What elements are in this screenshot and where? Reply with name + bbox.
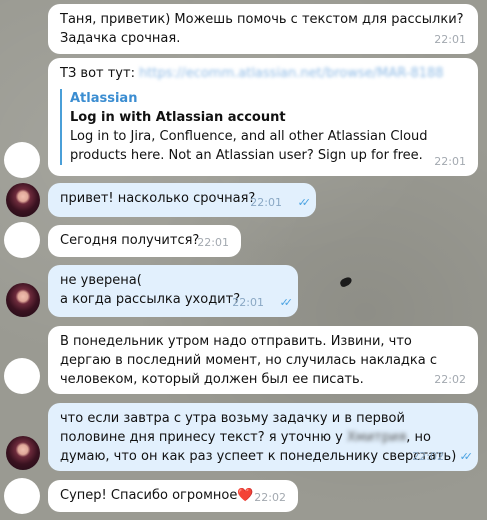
message-time: 22:02 — [412, 450, 444, 463]
message-bubble-incoming[interactable]: В понедельник утром надо отправить. Изви… — [48, 326, 478, 394]
double-check-icon: ✓✓ — [459, 450, 474, 463]
message-link[interactable]: https://ecomm.atlassian.net/browse/MAR-8… — [139, 64, 443, 83]
message-time: 22:01 — [434, 155, 466, 168]
message-time: 22:01 — [434, 33, 466, 46]
preview-site-name: Atlassian — [70, 91, 138, 106]
message-bubble-incoming[interactable]: Сегодня получится? 22:01 — [48, 225, 241, 257]
avatar[interactable] — [4, 222, 40, 258]
avatar[interactable] — [6, 436, 40, 470]
heart-emoji-icon: ❤️ — [237, 488, 254, 503]
message-text: что если завтра с утра возьму задачку и … — [60, 409, 466, 466]
message-text-prefix: ТЗ вот тут: — [60, 66, 135, 81]
message-bubble-outgoing[interactable]: что если завтра с утра возьму задачку и … — [48, 403, 478, 471]
link-preview[interactable]: Atlassian Log in with Atlassian account … — [60, 89, 466, 165]
message-time: 22:01 — [197, 236, 229, 249]
double-check-icon: ✓✓ — [297, 196, 312, 209]
message-time: 22:01 — [250, 196, 282, 209]
message-text: Супер! Спасибо огромное❤️ — [60, 486, 286, 505]
message-bubble-outgoing[interactable]: не уверена( а когда рассылка уходит? 22:… — [48, 265, 298, 317]
message-bubble-incoming[interactable]: ТЗ вот тут: https://ecomm.atlassian.net/… — [48, 58, 478, 176]
hidden-name: Хмитрия — [347, 430, 407, 445]
message-text: В понедельник утром надо отправить. Изви… — [60, 334, 442, 387]
message-text: ТЗ вот тут: https://ecomm.atlassian.net/… — [60, 64, 466, 83]
preview-description: Log in to Jira, Confluence, and all othe… — [70, 129, 428, 163]
avatar[interactable] — [4, 358, 40, 394]
avatar[interactable] — [4, 142, 40, 178]
avatar[interactable] — [4, 478, 40, 514]
message-bubble-incoming[interactable]: Таня, приветик) Можешь помочь с текстом … — [48, 4, 478, 54]
message-time: 22:01 — [232, 296, 264, 309]
message-time: 22:02 — [434, 373, 466, 386]
wall-texture — [338, 276, 354, 288]
message-text-part: Супер! Спасибо огромное — [60, 488, 238, 503]
avatar[interactable] — [6, 183, 40, 217]
double-check-icon: ✓✓ — [279, 296, 294, 309]
message-text: Таня, приветик) Можешь помочь с текстом … — [60, 12, 468, 46]
message-bubble-outgoing[interactable]: привет! насколько срочная? 22:01 ✓✓ — [48, 183, 316, 217]
avatar[interactable] — [6, 283, 40, 317]
message-bubble-incoming[interactable]: Супер! Спасибо огромное❤️ 22:02 — [48, 480, 298, 512]
message-time: 22:02 — [254, 491, 286, 504]
preview-title: Log in with Atlassian account — [70, 110, 286, 125]
